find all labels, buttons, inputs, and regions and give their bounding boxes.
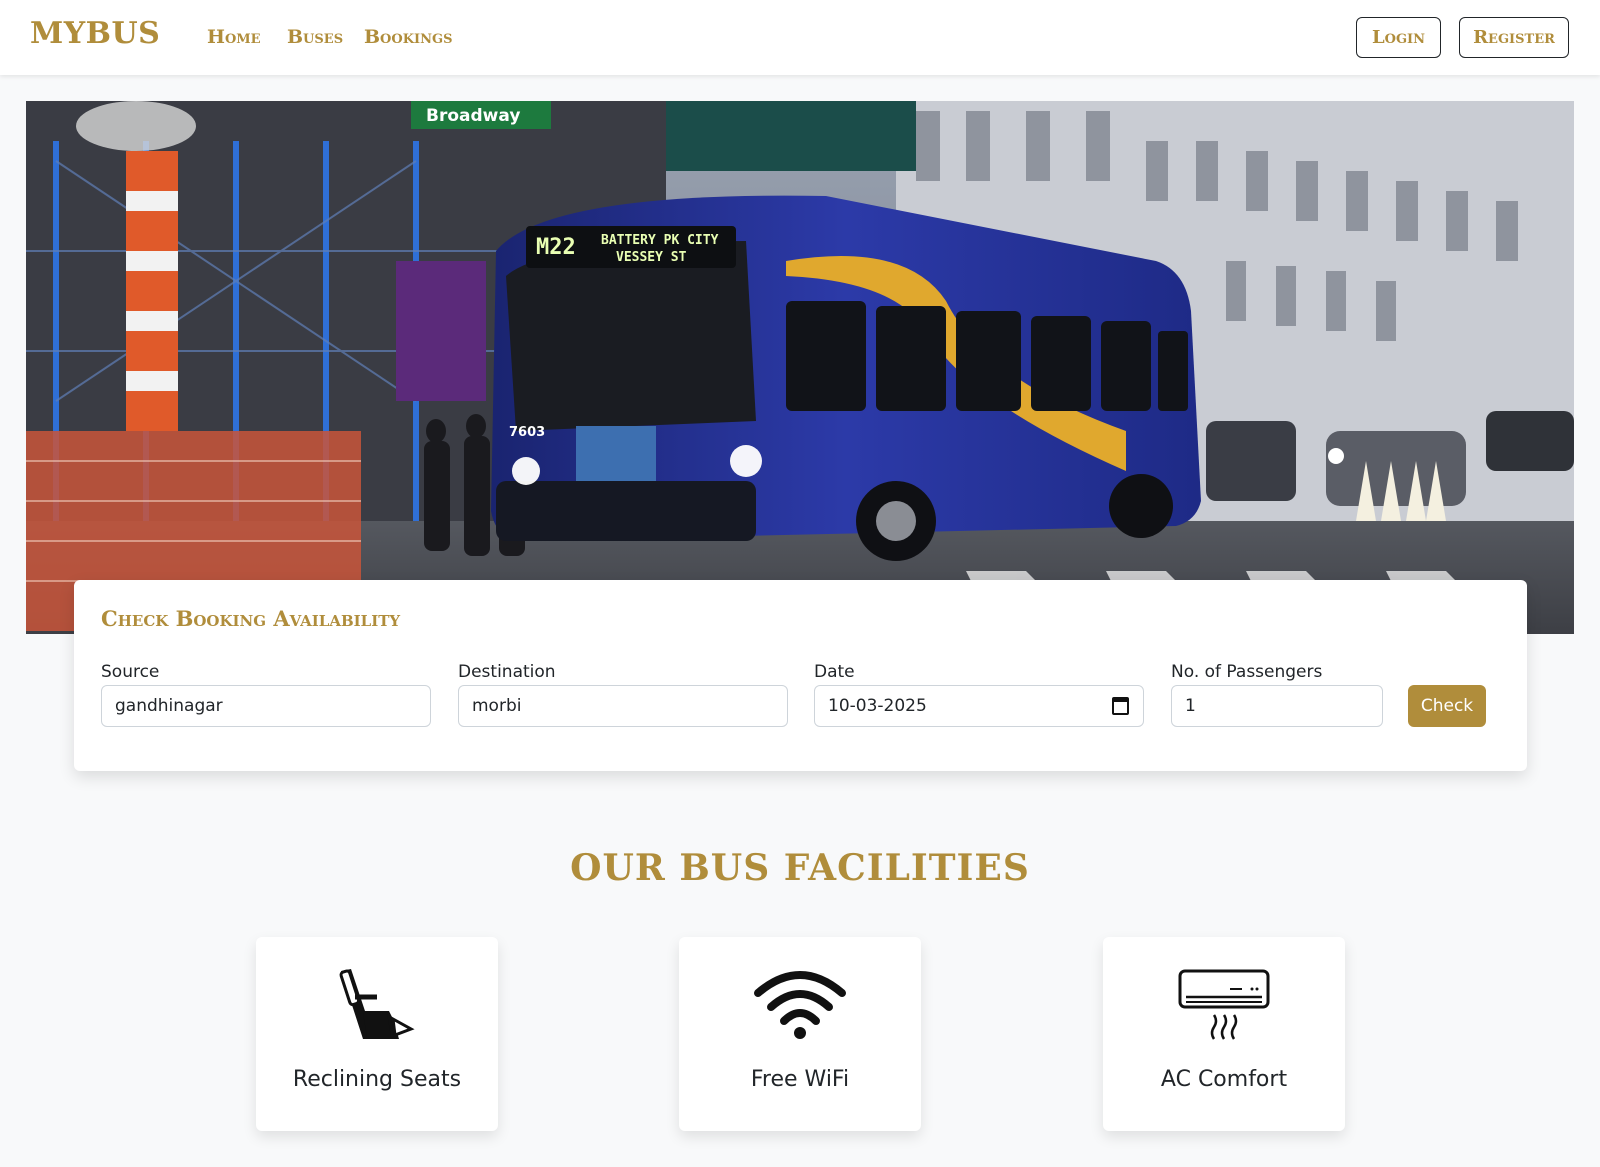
source-input[interactable]: gandhinagar — [101, 685, 431, 727]
street-sign-text: Broadway — [426, 106, 520, 126]
nav-buses[interactable]: Buses — [287, 26, 343, 48]
destination-label: Destination — [458, 662, 556, 682]
source-label: Source — [101, 662, 160, 682]
nav-home[interactable]: Home — [207, 26, 261, 48]
nav-bookings[interactable]: Bookings — [364, 26, 452, 48]
passengers-input[interactable]: 1 — [1171, 685, 1383, 727]
facility-card-ac-comfort: AC Comfort — [1103, 937, 1345, 1131]
login-button[interactable]: Login — [1356, 17, 1441, 58]
navbar: MYBUS Home Buses Bookings Login Register — [0, 0, 1600, 75]
bus-destination-line1: BATTERY PK CITY — [601, 233, 719, 248]
brand-logo[interactable]: MYBUS — [30, 16, 160, 51]
facility-label: Reclining Seats — [292, 1067, 462, 1092]
facility-card-reclining-seats: Reclining Seats — [256, 937, 498, 1131]
passengers-label: No. of Passengers — [1171, 662, 1323, 682]
bus-number-text: 7603 — [509, 425, 545, 440]
destination-input[interactable]: morbi — [458, 685, 788, 727]
facility-label: Free WiFi — [750, 1067, 850, 1092]
booking-availability-card: Check Booking Availability Source gandhi… — [74, 580, 1527, 771]
bus-destination-line2: VESSEY ST — [616, 250, 687, 265]
check-button[interactable]: Check — [1408, 685, 1486, 727]
calendar-icon[interactable] — [1112, 697, 1129, 715]
bus-illustration: M22 BATTERY PK CITY VESSEY ST 7603 — [491, 195, 1201, 561]
wifi-icon — [679, 967, 921, 1042]
facility-label: AC Comfort — [1160, 1067, 1288, 1092]
reclining-seat-icon — [256, 967, 498, 1042]
date-label: Date — [814, 662, 855, 682]
bus-route-text: M22 — [536, 235, 576, 260]
air-conditioner-icon — [1103, 967, 1345, 1042]
register-button[interactable]: Register — [1459, 17, 1569, 58]
booking-title: Check Booking Availability — [101, 606, 401, 631]
facility-card-free-wifi: Free WiFi — [679, 937, 921, 1131]
facilities-title: OUR BUS FACILITIES — [570, 847, 1030, 889]
date-input[interactable]: 10-03-2025 — [814, 685, 1144, 727]
date-value: 10-03-2025 — [828, 696, 927, 716]
hero-image: Broadway M22 BATTERY PK CITY VESSEY ST 7… — [26, 101, 1574, 634]
